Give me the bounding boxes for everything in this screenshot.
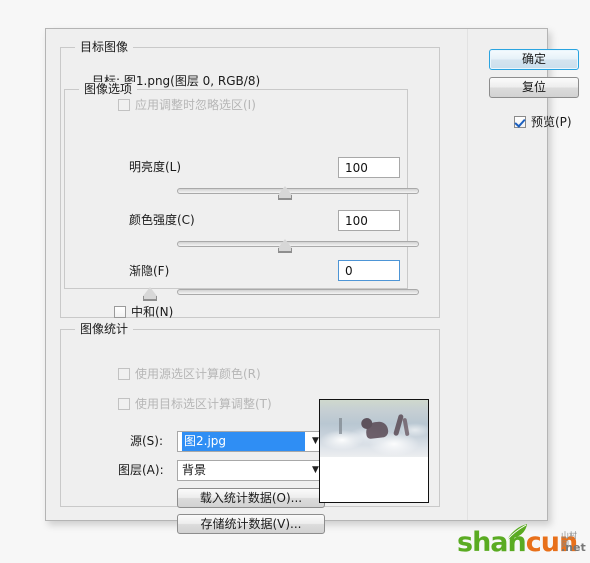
neutralize-label: 中和(N) (131, 305, 174, 319)
luminance-label: 明亮度(L) (129, 160, 182, 174)
ok-button[interactable]: 确定 (489, 49, 579, 70)
thumbnail-photo (320, 400, 428, 457)
checkbox-box (118, 398, 130, 410)
luminance-slider-track[interactable] (177, 188, 419, 194)
color-intensity-slider-thumb[interactable] (278, 239, 292, 252)
neutralize-checkbox[interactable]: 中和(N) (114, 304, 173, 320)
column-divider (467, 29, 468, 520)
layer-label: 图层(A): (118, 463, 164, 477)
use-source-selection-label: 使用源选区计算颜色(R) (135, 367, 261, 381)
leaf-icon (506, 524, 527, 541)
luminance-input[interactable] (338, 157, 400, 178)
watermark: shancun 山村网 .net (457, 524, 586, 559)
color-intensity-slider-track[interactable] (177, 241, 419, 247)
layer-dropdown-value: 背景 (182, 463, 207, 477)
fade-slider-thumb[interactable] (143, 287, 157, 300)
target-image-value: 图1.png(图层 0, RGB/8) (123, 74, 261, 88)
luminance-slider-thumb[interactable] (278, 186, 292, 199)
reset-button[interactable]: 复位 (489, 77, 579, 98)
image-statistics-group-legend: 图像统计 (75, 322, 134, 336)
load-statistics-button[interactable]: 载入统计数据(O)... (177, 488, 325, 508)
use-target-selection-checkbox[interactable]: 使用目标选区计算调整(T) (118, 396, 272, 412)
image-options-group-legend: 图像选项 (79, 82, 138, 96)
fade-input[interactable] (338, 260, 400, 281)
thumbnail-leg-shape (393, 413, 404, 437)
fade-slider-track[interactable] (177, 289, 419, 295)
preview-label: 预览(P) (531, 115, 572, 129)
watermark-tld-text: .net (561, 541, 586, 554)
use-target-selection-label: 使用目标选区计算调整(T) (135, 397, 272, 411)
source-dropdown-value: 图2.jpg (182, 432, 305, 451)
save-statistics-button[interactable]: 存储统计数据(V)... (177, 514, 325, 534)
layer-dropdown[interactable]: 背景 ▼ (177, 460, 325, 481)
color-intensity-label: 颜色强度(C) (129, 213, 195, 227)
fade-label: 渐隐(F) (129, 264, 170, 278)
thumbnail-tower-shape (339, 418, 342, 434)
checkbox-box (114, 306, 126, 318)
target-image-group-legend: 目标图像 (75, 40, 134, 54)
thumbnail-blank-area (320, 457, 428, 502)
checkbox-box (118, 368, 130, 380)
color-intensity-input[interactable] (338, 210, 400, 231)
checkbox-box (514, 116, 526, 128)
use-source-selection-checkbox[interactable]: 使用源选区计算颜色(R) (118, 366, 261, 382)
thumbnail-figure-shape (365, 420, 389, 440)
source-label: 源(S): (130, 434, 164, 448)
preview-checkbox[interactable]: 预览(P) (514, 114, 572, 130)
match-color-dialog: 目标图像 目标: 图1.png(图层 0, RGB/8) 应用调整时忽略选区(I… (45, 28, 579, 534)
source-dropdown[interactable]: 图2.jpg ▼ (177, 431, 325, 452)
thumbnail-leg2-shape (402, 417, 410, 437)
source-preview-thumbnail (319, 399, 429, 503)
